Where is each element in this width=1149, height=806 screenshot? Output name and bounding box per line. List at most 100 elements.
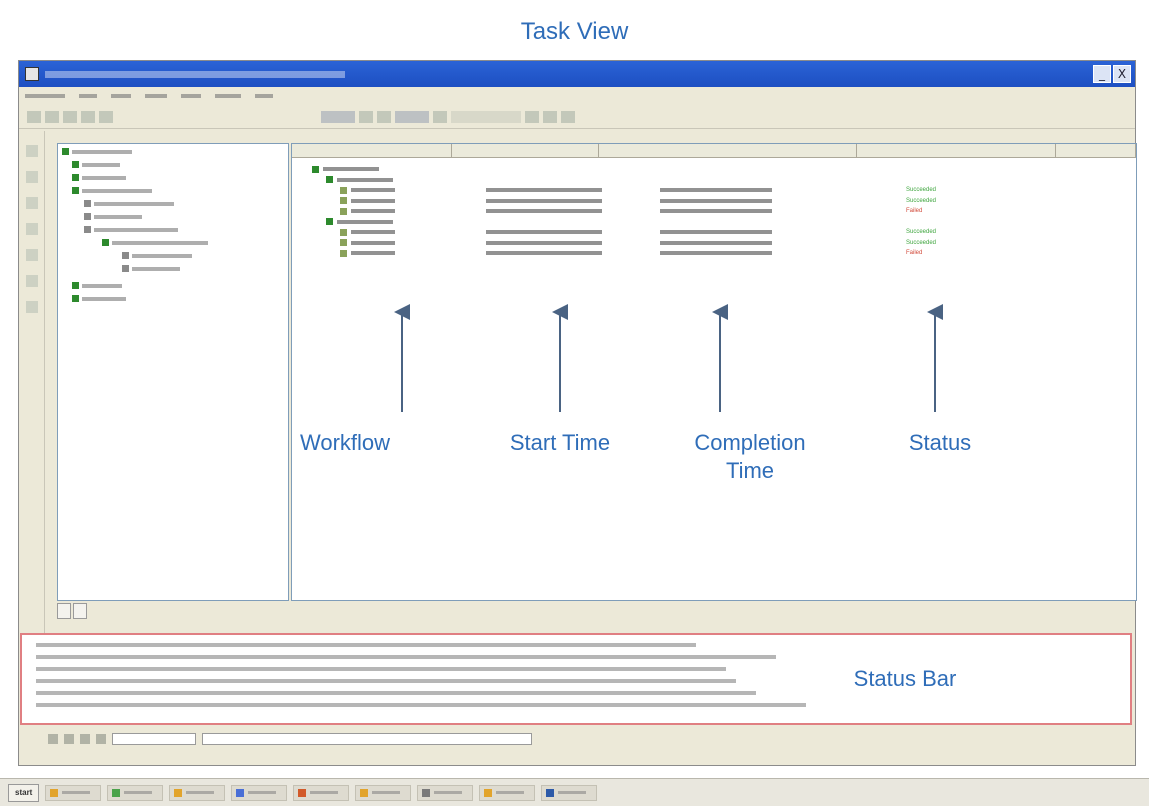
rail-icon[interactable] [25,197,38,209]
taskbar-item[interactable] [45,784,102,801]
task-row[interactable]: Succeeded [340,227,1128,237]
toolbar-button[interactable] [525,110,539,123]
tree-node[interactable] [72,280,288,291]
toolbar-button[interactable] [321,110,355,123]
rail-icon[interactable] [25,223,38,235]
app-icon [360,788,369,797]
tree-node[interactable] [62,146,288,157]
app-icon [422,788,431,797]
session-icon [340,207,347,215]
task-row[interactable]: Succeeded [340,185,1128,195]
tab-navigator[interactable] [57,603,71,619]
filter-input[interactable] [112,733,196,745]
session-icon [340,186,347,194]
taskbar-item[interactable] [417,784,474,801]
workflow-icon [102,239,109,246]
rail-icon[interactable] [25,249,38,261]
menu-item-tools[interactable] [145,94,167,98]
task-row[interactable]: Succeeded [340,196,1128,206]
task-row[interactable]: Failed [340,248,1128,258]
taskbar-item[interactable] [169,784,226,801]
rail-icon[interactable] [25,275,38,287]
output-toolbar [18,730,1136,748]
output-icon[interactable] [80,734,90,744]
minimize-button[interactable]: _ [1093,65,1111,83]
task-row[interactable] [312,164,1128,174]
task-view-panel: Succeeded Succeeded Failed Succeeded Succeed… [291,143,1137,601]
toolbar-button[interactable] [99,110,113,123]
tree-node-label [82,296,126,301]
app-icon [50,788,59,797]
status-cell: Succeeded [906,229,937,235]
rail-icon[interactable] [25,171,38,183]
horizontal-scrollbar[interactable] [202,733,532,745]
column-header-status[interactable] [857,144,1057,157]
menu-item-task[interactable] [181,94,201,98]
task-row[interactable] [326,217,1128,227]
task-row[interactable]: Succeeded [340,238,1128,248]
menu-item-help[interactable] [255,94,273,98]
close-button[interactable]: X [1113,65,1131,83]
toolbar-button[interactable] [81,110,95,123]
start-time-cell [486,230,602,234]
taskbar-item[interactable] [479,784,536,801]
menu-bar [19,87,1135,105]
toolbar-button[interactable] [377,110,391,123]
output-icon[interactable] [48,734,58,744]
tree-node-label [94,201,174,206]
folder-icon [84,200,91,207]
rail-icon[interactable] [25,301,38,313]
menu-item-file[interactable] [25,94,65,98]
output-icon[interactable] [64,734,74,744]
log-line [36,679,736,683]
toolbar-button[interactable] [543,110,557,123]
output-icon[interactable] [96,734,106,744]
tree-node[interactable] [84,211,288,222]
menu-item-view[interactable] [111,94,131,98]
navigator-tabs [57,603,87,621]
column-header-workflow[interactable] [292,144,452,157]
start-button[interactable]: start [8,783,40,802]
status-cell: Succeeded [906,187,937,193]
column-header-extra[interactable] [1056,144,1136,157]
tab-task-view[interactable] [73,603,87,619]
toolbar-dropdown[interactable] [451,110,521,123]
tree-node[interactable] [72,293,288,304]
start-time-cell [486,198,602,203]
column-header-start-time[interactable] [452,144,600,157]
tree-node[interactable] [122,263,288,274]
taskbar-item[interactable] [107,784,164,801]
tree-node[interactable] [72,185,288,196]
toolbar-button[interactable] [63,110,77,123]
toolbar-button[interactable] [27,110,41,123]
tree-node[interactable] [102,237,288,248]
toolbar-button[interactable] [561,110,575,123]
tree-node-label [82,188,152,193]
rail-icon[interactable] [25,145,38,157]
column-header-completion-time[interactable] [599,144,857,157]
toolbar-button[interactable] [395,110,429,123]
taskbar-item[interactable] [293,784,350,801]
completion-time-cell [660,209,772,213]
tree-node[interactable] [122,250,288,261]
session-icon [122,252,129,259]
task-row[interactable]: Failed [340,206,1128,216]
tree-node[interactable] [84,224,288,235]
navigator-tree [57,143,289,601]
folder-icon [72,295,79,302]
taskbar-item[interactable] [231,784,288,801]
tree-node[interactable] [84,198,288,209]
tree-node[interactable] [72,159,288,170]
tree-node[interactable] [72,172,288,183]
session-icon [122,265,129,272]
menu-item-edit[interactable] [79,94,97,98]
toolbar-button[interactable] [359,110,373,123]
menu-item-window[interactable] [215,94,241,98]
taskbar-item[interactable] [355,784,412,801]
app-icon [25,67,39,81]
taskbar-item[interactable] [541,784,598,801]
toolbar-button[interactable] [45,110,59,123]
title-bar: _ X [19,61,1135,87]
toolbar-button[interactable] [433,110,447,123]
task-row[interactable] [326,175,1128,185]
